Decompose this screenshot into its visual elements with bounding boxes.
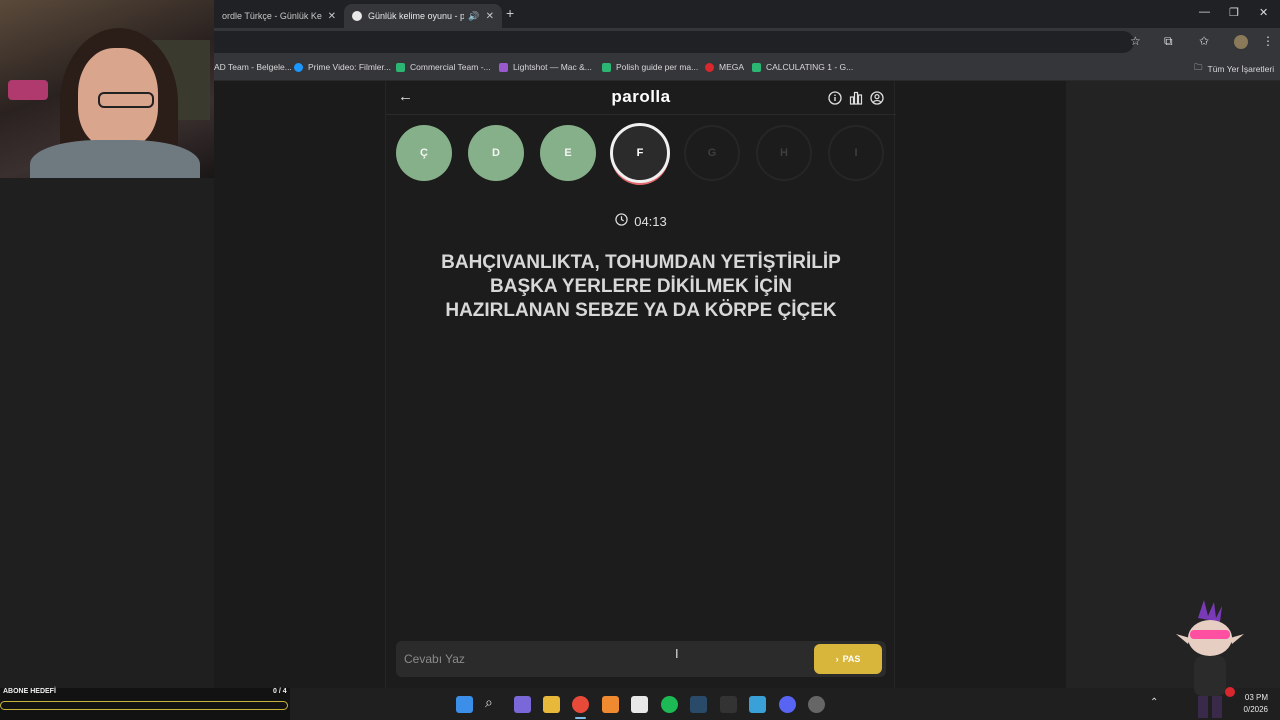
tray-chevron-up-icon[interactable]: ⌃ <box>1150 697 1158 708</box>
app-header: ← parolla <box>386 81 896 115</box>
address-bar[interactable] <box>214 31 1134 53</box>
app-logo: parolla <box>611 87 671 106</box>
folder-icon: 🗀 <box>1194 62 1203 72</box>
browser-tab-strip: ordle Türkçe - Günlük Kelime ✕ Günlük ke… <box>214 0 1280 28</box>
profile-avatar[interactable] <box>1234 35 1248 49</box>
windows-start-icon[interactable] <box>456 696 473 713</box>
stats-icon[interactable] <box>848 90 863 105</box>
commercial-team-icon <box>396 62 405 72</box>
bookmark-label: Tüm Yer İşaretleri <box>1207 64 1275 74</box>
stream-goal-widget: ABONE HEDEFİ 0 / 4 <box>0 688 290 720</box>
epic-games-icon[interactable] <box>720 696 737 713</box>
webcam-person-glasses <box>98 92 154 108</box>
bookmark-item[interactable]: Commercial Team -... <box>396 62 491 72</box>
menu-kebab-icon[interactable]: ⋮ <box>1262 34 1274 48</box>
text-cursor-icon: I <box>675 646 679 661</box>
app-blue-icon[interactable] <box>749 696 766 713</box>
browser-tab-active[interactable]: Günlük kelime oyunu - par 🔊 ✕ <box>344 4 502 28</box>
mega-icon <box>705 62 714 72</box>
clock-icon <box>615 213 628 229</box>
bookmark-item[interactable]: MEGA <box>705 62 744 72</box>
answer-bar: › PAS <box>396 641 886 677</box>
app-gray-icon[interactable] <box>808 696 825 713</box>
steam-icon[interactable] <box>690 696 707 713</box>
notepad-icon[interactable] <box>631 696 648 713</box>
tab-favicon-icon <box>352 11 362 21</box>
bookmark-item[interactable]: CALCULATING 1 - G... <box>752 62 853 72</box>
tab-title: Günlük kelime oyunu - par <box>368 11 465 21</box>
goal-label: ABONE HEDEFİ <box>3 688 56 695</box>
bookmark-item[interactable]: Lightshot — Mac &... <box>499 62 592 72</box>
discord-icon[interactable] <box>779 696 796 713</box>
sheets-icon <box>752 62 761 72</box>
bookmark-label: Commercial Team -... <box>410 62 491 72</box>
spotify-icon[interactable] <box>661 696 678 713</box>
all-bookmarks-item[interactable]: 🗀 Tüm Yer İşaretleri <box>1194 62 1274 76</box>
parolla-app: ← parolla Ç D E F G H I 04:13 BAHÇIVANLI… <box>385 81 896 688</box>
bookmark-item[interactable]: Polish guide per ma... <box>602 62 698 72</box>
tab-close-icon[interactable]: ✕ <box>328 11 336 22</box>
countdown-timer: 04:13 <box>386 213 896 229</box>
letter-circle-f-active: F <box>610 123 670 183</box>
letter-circle-g: G <box>684 125 740 181</box>
browser-tab[interactable]: ordle Türkçe - Günlük Kelime ✕ <box>214 4 344 28</box>
info-icon[interactable] <box>827 90 842 105</box>
lightshot-icon <box>499 62 508 72</box>
minimize-icon[interactable]: — <box>1199 6 1210 18</box>
windows-taskbar: ⌕ ⌃ 03 PM 0/2026 <box>290 688 1280 720</box>
tab-title: ordle Türkçe - Günlük Kelime <box>222 11 322 21</box>
sheets-icon <box>602 62 611 72</box>
bookmark-label: CALCULATING 1 - G... <box>766 62 854 72</box>
bookmark-label: Polish guide per ma... <box>616 62 699 72</box>
webcam-background-object <box>8 80 48 100</box>
webcam-person-shirt <box>30 140 200 178</box>
bookmark-item[interactable]: Prime Video: Filmler... <box>294 62 391 72</box>
bookmark-item[interactable]: AD Team - Belgele... <box>214 62 292 72</box>
chrome-icon[interactable] <box>572 696 589 719</box>
question-text: BAHÇIVANLIKTA, TOHUMDAN YETİŞTİRİLİP BAŞ… <box>441 252 841 321</box>
webcam-feed <box>0 0 214 178</box>
teams-icon[interactable] <box>514 696 531 713</box>
answer-input[interactable] <box>404 647 804 671</box>
bookmark-label: AD Team - Belgele... <box>214 62 292 72</box>
timer-value: 04:13 <box>634 213 667 229</box>
profile-icon[interactable] <box>869 90 884 105</box>
speaker-icon[interactable]: 🔊 <box>468 11 479 22</box>
pass-button[interactable]: › PAS <box>814 644 882 674</box>
letter-circle-h: H <box>756 125 812 181</box>
app-orange-icon[interactable] <box>602 696 619 713</box>
bookmarks-bar: AD Team - Belgele... Prime Video: Filmle… <box>214 56 1280 81</box>
bookmark-label: Lightshot — Mac &... <box>513 62 592 72</box>
close-window-icon[interactable]: ✕ <box>1259 6 1268 19</box>
tab-close-icon[interactable]: ✕ <box>486 11 494 22</box>
bookmark-manager-icon[interactable]: ✩ <box>1199 34 1209 48</box>
extensions-icon[interactable]: ⧉ <box>1164 34 1173 49</box>
file-explorer-icon[interactable] <box>543 696 560 713</box>
letter-circle-e: E <box>540 125 596 181</box>
bookmark-label: MEGA <box>719 62 745 72</box>
letter-circle-i: I <box>828 125 884 181</box>
header-actions <box>827 90 884 105</box>
chevron-right-icon: › <box>835 654 839 664</box>
search-icon[interactable]: ⌕ <box>485 694 502 711</box>
prime-video-icon <box>294 62 303 72</box>
letter-progress: Ç D E F G H I <box>396 123 886 185</box>
new-tab-icon[interactable]: + <box>506 5 514 21</box>
restore-icon[interactable]: ❐ <box>1229 6 1239 19</box>
browser-toolbar: ☆ ⧉ ✩ ⋮ <box>214 28 1280 56</box>
bookmark-label: Prime Video: Filmler... <box>308 62 391 72</box>
letter-circle-d: D <box>468 125 524 181</box>
page-side-panel <box>1066 81 1280 688</box>
goal-progress-bar <box>0 701 288 710</box>
goal-count: 0 / 4 <box>273 688 287 695</box>
star-icon[interactable]: ☆ <box>1130 34 1141 48</box>
letter-circle-c-cedilla: Ç <box>396 125 452 181</box>
stream-mascot-image <box>1176 600 1244 718</box>
pass-label: PAS <box>842 654 861 664</box>
